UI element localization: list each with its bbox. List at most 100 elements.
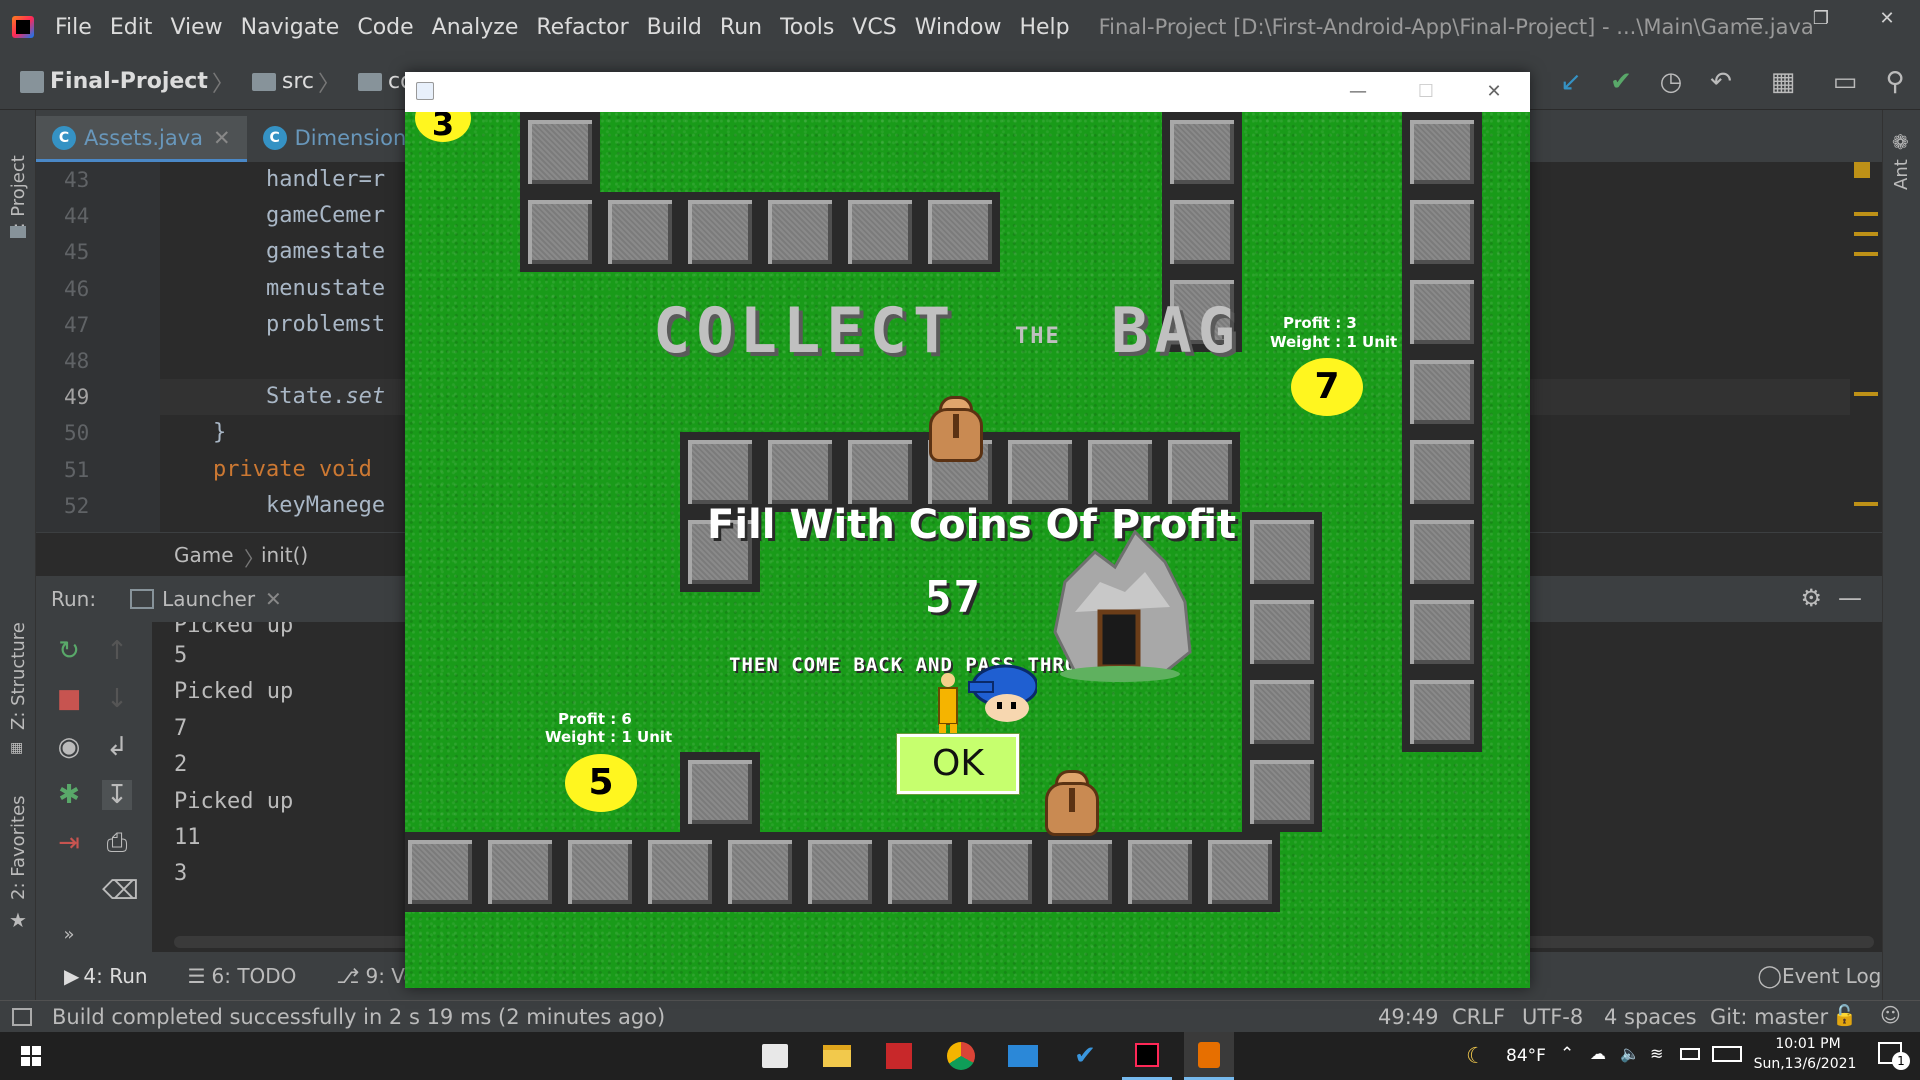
warning-marker[interactable]: [1854, 162, 1870, 178]
toggle-panel-icon[interactable]: [12, 1007, 32, 1026]
run-label: Run:: [51, 587, 97, 611]
warning-marker[interactable]: [1854, 392, 1878, 396]
java-app-icon[interactable]: [1184, 1032, 1234, 1080]
file-explorer-icon[interactable]: [812, 1032, 862, 1080]
history-clock-icon[interactable]: ◷: [1646, 67, 1696, 97]
debug-icon[interactable]: ✱: [54, 780, 84, 810]
chrome-icon[interactable]: [936, 1032, 986, 1080]
menu-help[interactable]: Help: [1019, 15, 1069, 40]
gear-icon[interactable]: ⚙: [1800, 584, 1822, 612]
menu-refactor[interactable]: Refactor: [536, 15, 628, 40]
status-message[interactable]: Build completed successfully in 2 s 19 m…: [52, 1005, 665, 1029]
favorites-tool-tab[interactable]: 2: Favorites: [8, 795, 29, 900]
ant-tool-tab[interactable]: Ant: [1891, 159, 1912, 190]
volume-icon[interactable]: 🔈: [1620, 1044, 1640, 1063]
close-icon[interactable]: ✕: [1460, 72, 1528, 112]
menu-window[interactable]: Window: [915, 15, 1002, 40]
tab-run[interactable]: 4: Run: [83, 964, 147, 988]
tab-todo[interactable]: 6: TODO: [212, 964, 297, 988]
breadcrumb-class[interactable]: Game: [174, 543, 234, 567]
warning-marker[interactable]: [1854, 232, 1878, 236]
tab-label: Assets.java: [84, 125, 204, 150]
trash-icon[interactable]: ⌫: [102, 876, 139, 906]
git-branch[interactable]: Git: master: [1710, 1005, 1828, 1029]
menu-vcs[interactable]: VCS: [852, 15, 896, 40]
warning-marker[interactable]: [1854, 252, 1878, 256]
battery-icon[interactable]: [1680, 1048, 1700, 1060]
stop-icon[interactable]: ■: [54, 684, 84, 714]
minimize-icon[interactable]: —: [1722, 0, 1788, 38]
ok-button[interactable]: OK: [896, 733, 1020, 795]
down-arrow-icon[interactable]: ↓: [102, 684, 132, 714]
search-icon[interactable]: ⚲: [1870, 67, 1920, 97]
menu-tools[interactable]: Tools: [780, 15, 834, 40]
breadcrumb-method[interactable]: init(): [261, 543, 308, 567]
clock-time[interactable]: 10:01 PM: [1768, 1036, 1848, 1052]
java-class-icon: C: [262, 125, 287, 150]
game-window[interactable]: — ☐ ✕ 3 COLLECT THE BAG Profit : 3 Weigh…: [405, 72, 1530, 988]
menu-navigate[interactable]: Navigate: [241, 15, 340, 40]
player-character-icon[interactable]: [967, 664, 1039, 724]
warning-marker[interactable]: [1854, 502, 1878, 506]
commit-check-icon[interactable]: ✔: [1596, 67, 1646, 97]
mail-icon[interactable]: [998, 1032, 1048, 1080]
menu-file[interactable]: File: [55, 15, 92, 40]
windows-start-icon[interactable]: [6, 1032, 56, 1080]
tab-event-log[interactable]: Event Log: [1782, 964, 1882, 988]
rerun-icon[interactable]: ↻: [54, 636, 84, 666]
menu-view[interactable]: View: [170, 15, 222, 40]
restore-icon[interactable]: ❐: [1788, 0, 1854, 38]
lock-icon[interactable]: 🔓: [1832, 1003, 1857, 1027]
keyboard-icon[interactable]: [1712, 1046, 1742, 1062]
wifi-icon[interactable]: ≋: [1650, 1044, 1663, 1063]
intellij-taskbar-icon[interactable]: [1122, 1032, 1172, 1080]
inspector-icon[interactable]: ☺: [1880, 1003, 1901, 1027]
menu-edit[interactable]: Edit: [110, 15, 153, 40]
structure-tool-tab[interactable]: Z: Structure: [8, 622, 29, 730]
caret-position[interactable]: 49:49: [1378, 1005, 1439, 1029]
soft-wrap-icon[interactable]: ↲: [102, 732, 132, 762]
todo-check-icon[interactable]: ✔: [1060, 1032, 1110, 1080]
exit-icon[interactable]: ⇥: [54, 828, 84, 858]
breadcrumb-src[interactable]: src: [282, 69, 314, 94]
temperature[interactable]: 84°F: [1506, 1046, 1546, 1066]
project-structure-icon[interactable]: ▦: [1758, 67, 1808, 97]
tab-assets-java[interactable]: C Assets.java ✕: [36, 116, 247, 162]
gift-icon[interactable]: [874, 1032, 924, 1080]
presentation-icon[interactable]: ▭: [1820, 67, 1870, 97]
file-encoding[interactable]: UTF-8: [1522, 1005, 1583, 1029]
breadcrumb-project[interactable]: Final-Project: [50, 69, 208, 94]
stone-wall-block: [840, 192, 920, 272]
indent-setting[interactable]: 4 spaces: [1604, 1005, 1697, 1029]
menu-analyze[interactable]: Analyze: [432, 15, 519, 40]
cloud-icon[interactable]: ☁: [1590, 1044, 1606, 1063]
backpack-icon[interactable]: [925, 394, 987, 464]
clock-date[interactable]: Sun,13/6/2021: [1750, 1056, 1860, 1072]
chevron-up-icon[interactable]: ⌃: [1560, 1044, 1574, 1064]
game-window-titlebar[interactable]: — ☐ ✕: [405, 72, 1530, 112]
warning-marker[interactable]: [1854, 212, 1878, 216]
minimize-icon[interactable]: —: [1324, 72, 1392, 112]
minimize-panel-icon[interactable]: —: [1838, 584, 1862, 612]
scroll-to-end-icon[interactable]: ↧: [102, 780, 132, 810]
game-field[interactable]: 3 COLLECT THE BAG Profit : 3 Weight : 1 …: [405, 112, 1530, 988]
menu-build[interactable]: Build: [647, 15, 702, 40]
line-separator[interactable]: CRLF: [1452, 1005, 1505, 1029]
backpack-icon[interactable]: [1041, 768, 1103, 838]
camera-icon[interactable]: ◉: [54, 732, 84, 762]
menu-run[interactable]: Run: [720, 15, 762, 40]
cave-icon[interactable]: [1045, 522, 1195, 682]
close-icon[interactable]: ✕: [1854, 0, 1920, 38]
rollback-icon[interactable]: ↶: [1696, 67, 1746, 97]
close-tab-icon[interactable]: ✕: [213, 126, 231, 150]
up-arrow-icon[interactable]: ↑: [102, 636, 132, 666]
maximize-icon[interactable]: ☐: [1392, 72, 1460, 112]
menu-code[interactable]: Code: [357, 15, 413, 40]
store-icon[interactable]: [750, 1032, 800, 1080]
update-project-icon[interactable]: ↙: [1546, 67, 1596, 97]
moon-weather-icon[interactable]: ☾: [1466, 1044, 1486, 1069]
tab-launcher[interactable]: Launcher: [162, 587, 255, 611]
more-icon[interactable]: »: [54, 920, 84, 950]
close-tab-icon[interactable]: ✕: [265, 587, 282, 611]
print-icon[interactable]: ⎙: [102, 828, 132, 858]
